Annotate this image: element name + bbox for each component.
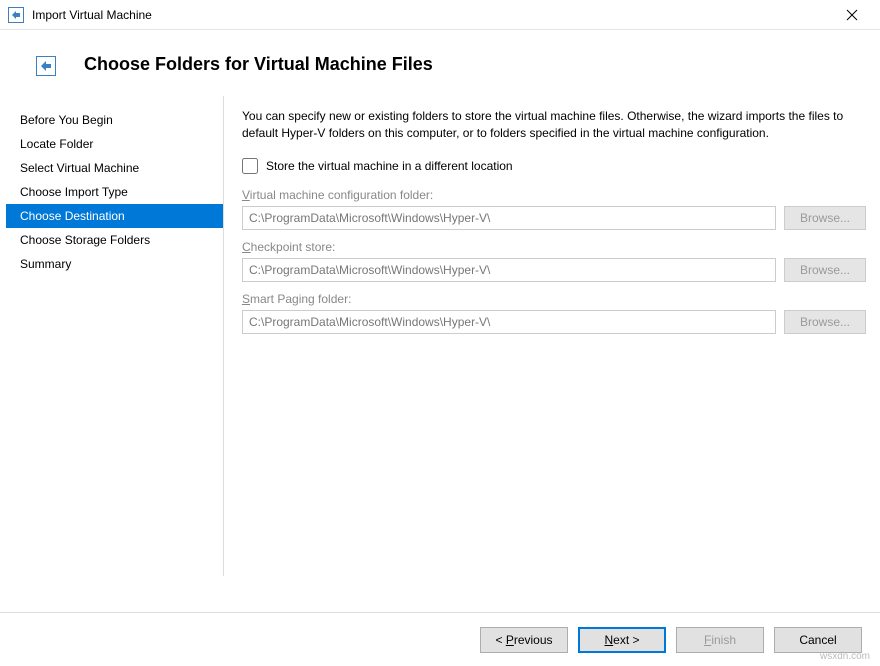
sidebar-item-locate-folder[interactable]: Locate Folder [6, 132, 223, 156]
different-location-label[interactable]: Store the virtual machine in a different… [266, 159, 513, 173]
sidebar-item-choose-storage-folders[interactable]: Choose Storage Folders [6, 228, 223, 252]
intro-text: You can specify new or existing folders … [242, 108, 866, 142]
different-location-checkbox[interactable] [242, 158, 258, 174]
wizard-steps-sidebar: Before You Begin Locate Folder Select Vi… [6, 96, 224, 576]
finish-button: Finish [676, 627, 764, 653]
previous-button[interactable]: < Previous [480, 627, 568, 653]
checkpoint-store-input [242, 258, 776, 282]
header: Choose Folders for Virtual Machine Files [0, 30, 880, 96]
wizard-button-bar: < Previous Next > Finish Cancel [0, 612, 880, 666]
watermark: wsxdn.com [820, 651, 870, 662]
app-icon [8, 7, 24, 23]
titlebar: Import Virtual Machine [0, 0, 880, 30]
next-button[interactable]: Next > [578, 627, 666, 653]
sidebar-item-summary[interactable]: Summary [6, 252, 223, 276]
sidebar-item-choose-destination[interactable]: Choose Destination [6, 204, 223, 228]
config-folder-label: Virtual machine configuration folder: [242, 188, 866, 202]
wizard-icon [36, 56, 56, 76]
close-button[interactable] [832, 1, 872, 29]
sidebar-item-choose-import-type[interactable]: Choose Import Type [6, 180, 223, 204]
sidebar-item-before-you-begin[interactable]: Before You Begin [6, 108, 223, 132]
config-folder-input [242, 206, 776, 230]
sidebar-item-select-virtual-machine[interactable]: Select Virtual Machine [6, 156, 223, 180]
config-folder-browse-button: BBrowse...rowse... [784, 206, 866, 230]
cancel-button[interactable]: Cancel [774, 627, 862, 653]
main-panel: You can specify new or existing folders … [224, 96, 880, 576]
checkpoint-store-browse-button: Browse... [784, 258, 866, 282]
smart-paging-label: Smart Paging folder: [242, 292, 866, 306]
checkpoint-store-label: Checkpoint store: [242, 240, 866, 254]
window-title: Import Virtual Machine [32, 8, 832, 22]
page-title: Choose Folders for Virtual Machine Files [84, 54, 433, 75]
smart-paging-input [242, 310, 776, 334]
smart-paging-browse-button: Browse... [784, 310, 866, 334]
